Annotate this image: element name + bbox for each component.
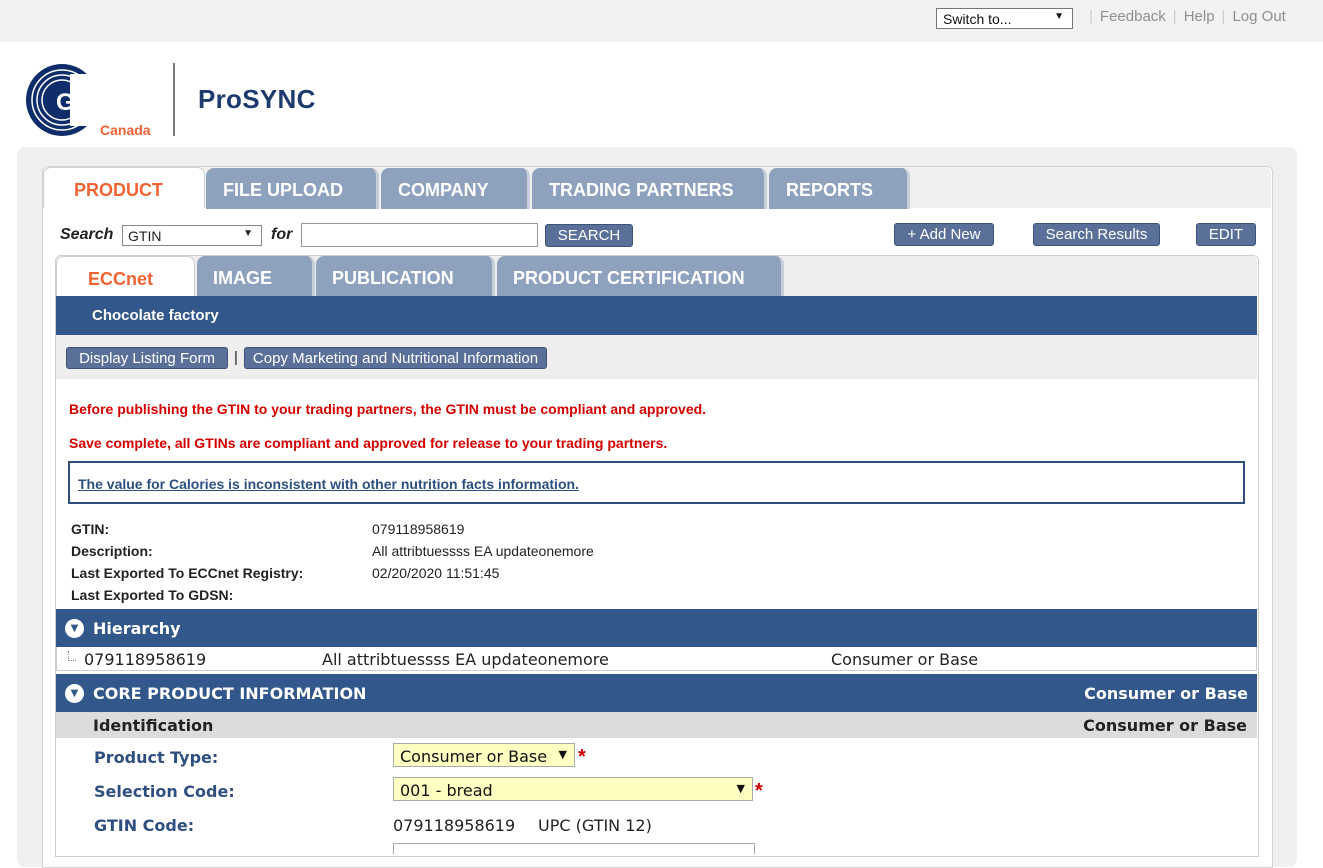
publish-notice: Before publishing the GTIN to your tradi… [69,401,707,417]
tab-product[interactable]: PRODUCT [43,167,205,208]
tab-image[interactable]: IMAGE [197,256,315,296]
action-separator: | [234,349,238,366]
display-listing-form-button[interactable]: Display Listing Form [66,347,228,369]
link-divider: | [1221,8,1226,25]
app-name: ProSYNC [198,84,316,114]
gs1-logo: GS1 [26,64,110,136]
info-label: GTIN: [71,521,110,537]
logout-link[interactable]: Log Out [1232,8,1285,25]
product-type-select[interactable]: Consumer or Base ▼ [393,743,575,767]
chevron-down-icon[interactable]: ▼ [65,619,84,638]
hierarchy-description: All attribtuessss EA updateonemore [322,650,609,669]
calories-warning-link[interactable]: The value for Calories is inconsistent w… [78,476,579,492]
product-type-label: Product Type: [94,748,219,767]
company-name: Chocolate factory [92,307,219,324]
selection-code-value: 001 - bread [400,781,493,800]
switch-to-label: Switch to... [943,11,1012,27]
switch-to-select[interactable]: Switch to... ▼ [936,8,1073,29]
gtin-code-label: GTIN Code: [94,816,195,835]
for-label: for [271,226,293,243]
description-value: All attribtuessss EA updateonemore [372,543,594,559]
chevron-down-icon: ▼ [736,782,745,795]
search-label: Search [60,226,114,243]
chevron-down-icon: ▼ [1054,11,1064,22]
identification-level: Consumer or Base [1083,716,1247,735]
gtin-code-value: 079118958619 [393,816,516,835]
info-label: Last Exported To ECCnet Registry: [71,565,304,581]
hierarchy-row[interactable]: 079118958619 All attribtuessss EA update… [56,647,1257,671]
copy-marketing-button[interactable]: Copy Marketing and Nutritional Informati… [244,347,547,369]
eccnet-export-value: 02/20/2020 11:51:45 [372,565,500,581]
tab-product-certification[interactable]: PRODUCT CERTIFICATION [497,256,784,296]
logo-subtitle: Canada [100,122,151,138]
core-section-level: Consumer or Base [1084,684,1248,703]
identification-title: Identification [93,716,214,735]
help-link[interactable]: Help [1184,8,1215,25]
search-field-select[interactable]: GTIN ▼ [122,225,262,246]
gtin-code-type: UPC (GTIN 12) [538,816,652,835]
hierarchy-gtin: 079118958619 [84,650,207,669]
search-results-button[interactable]: Search Results [1033,223,1160,246]
hierarchy-section-header[interactable]: ▼ Hierarchy [56,609,1257,647]
save-complete-message: Save complete, all GTINs are compliant a… [69,435,668,451]
search-field-value: GTIN [128,228,162,244]
product-type-value: Consumer or Base [400,747,548,766]
company-header: Chocolate factory [56,296,1257,335]
logo-text: GS1 [56,89,104,116]
search-button[interactable]: SEARCH [545,224,633,247]
chevron-down-icon[interactable]: ▼ [65,684,84,703]
hierarchy-level: Consumer or Base [831,650,979,669]
validation-warning-box: The value for Calories is inconsistent w… [68,461,1245,504]
next-field-input[interactable] [393,843,755,854]
info-label: Description: [71,543,153,559]
feedback-link[interactable]: Feedback [1100,8,1166,25]
gtin-value: 079118958619 [372,521,465,537]
edit-button[interactable]: EDIT [1196,223,1256,246]
logo-divider [173,63,175,136]
hierarchy-title: Hierarchy [93,619,181,638]
tab-eccnet[interactable]: ECCnet [56,256,195,296]
add-new-button[interactable]: + Add New [894,223,994,246]
tab-trading-partners[interactable]: TRADING PARTNERS [532,168,767,209]
tab-file-upload[interactable]: FILE UPLOAD [206,168,379,209]
top-bar: Switch to... ▼ | Feedback | Help | Log Out [0,0,1323,42]
tab-company[interactable]: COMPANY [381,168,530,209]
info-label: Last Exported To GDSN: [71,587,234,603]
top-links: | Feedback | Help | Log Out [1082,8,1286,25]
identification-subheader: Identification Consumer or Base [56,712,1257,738]
chevron-down-icon: ▼ [243,228,253,239]
required-marker: * [578,746,586,768]
tab-publication[interactable]: PUBLICATION [316,256,495,296]
chevron-down-icon: ▼ [558,748,567,761]
core-section-title: CORE PRODUCT INFORMATION [93,684,367,703]
selection-code-label: Selection Code: [94,782,235,801]
tree-connector-icon [68,660,76,662]
selection-code-select[interactable]: 001 - bread ▼ [393,777,753,801]
link-divider: | [1172,8,1177,25]
link-divider: | [1089,8,1093,25]
core-product-section-header[interactable]: ▼ CORE PRODUCT INFORMATION Consumer or B… [56,674,1257,712]
required-marker: * [755,780,763,802]
search-input[interactable] [301,223,538,247]
tab-reports[interactable]: REPORTS [769,168,910,209]
